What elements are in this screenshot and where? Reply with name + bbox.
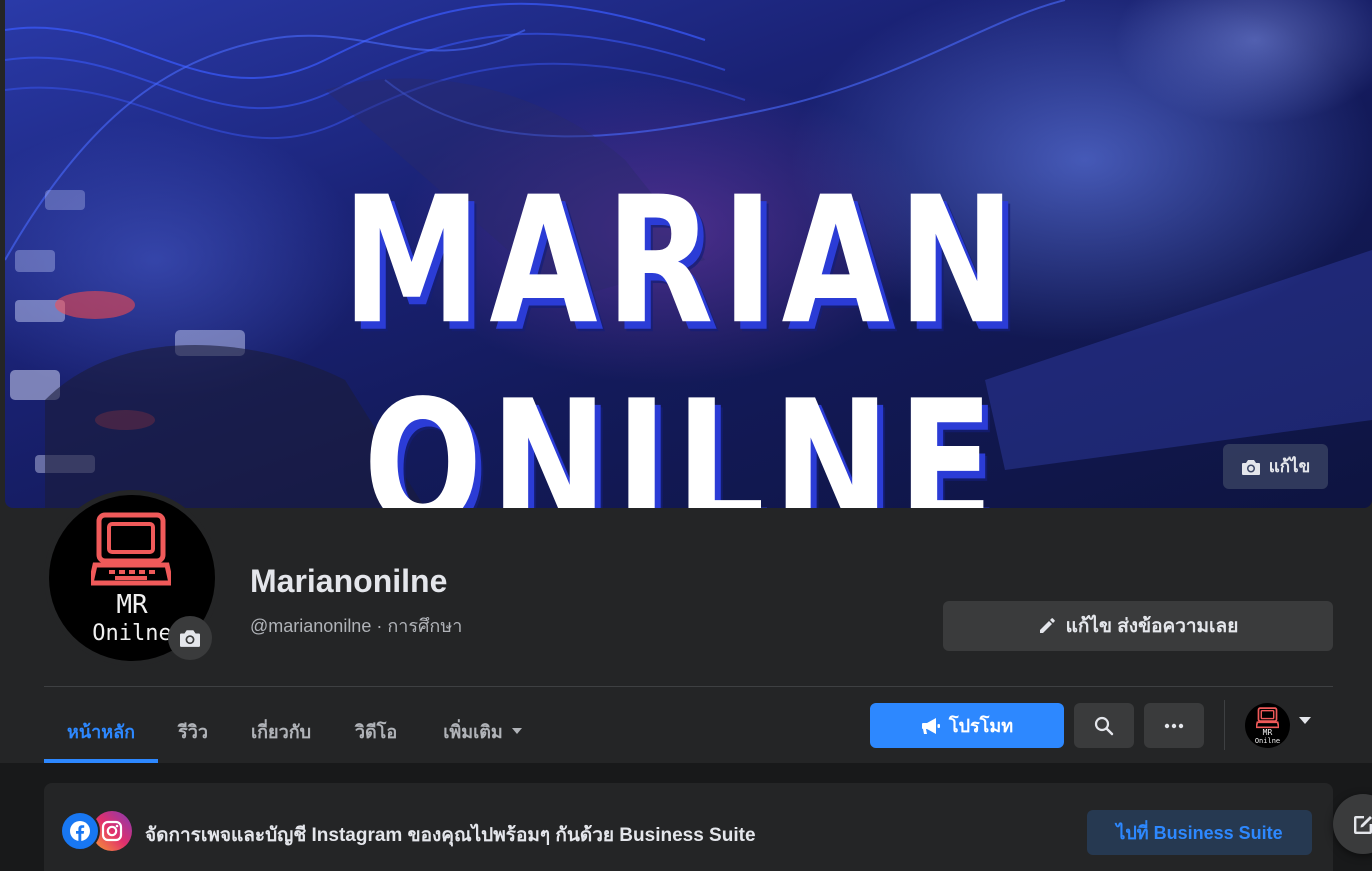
- megaphone-icon: [921, 717, 940, 734]
- edit-cover-button[interactable]: แก้ไข: [1223, 444, 1328, 489]
- promote-button[interactable]: โปรโมท: [870, 703, 1064, 748]
- compose-button[interactable]: [1333, 794, 1372, 854]
- camera-icon: [180, 630, 200, 647]
- page-title: Marianonilne: [250, 563, 448, 599]
- edit-send-message-button[interactable]: แก้ไข ส่งข้อความเลย: [943, 601, 1333, 651]
- search-icon: [1094, 716, 1114, 735]
- edit-cover-label: แก้ไข: [1268, 457, 1311, 476]
- more-options-button[interactable]: [1144, 703, 1204, 748]
- camera-icon: [1241, 459, 1260, 475]
- active-tab-indicator: [44, 759, 158, 763]
- tab-videos[interactable]: วิดีโอ: [338, 700, 414, 762]
- tab-home[interactable]: หน้าหลัก: [44, 700, 158, 762]
- edit-send-message-label: แก้ไข ส่งข้อความเลย: [1065, 616, 1239, 637]
- cover-photo: MARIAN ONILNE: [5, 0, 1372, 508]
- go-to-business-suite-button[interactable]: ไปที่ Business Suite: [1087, 810, 1312, 855]
- tab-home-label: หน้าหลัก: [66, 721, 136, 742]
- switch-profile-avatar[interactable]: MR Onilne: [1245, 703, 1290, 748]
- edit-avatar-button[interactable]: [168, 616, 212, 660]
- tab-reviews[interactable]: รีวิว: [162, 700, 224, 762]
- caret-down-icon: [511, 728, 522, 734]
- promote-label: โปรโมท: [948, 716, 1014, 736]
- cover-title: MARIAN ONILNE: [341, 160, 1024, 508]
- page-subtitle: @marianonilne · การศึกษา: [250, 616, 463, 636]
- tab-more-label: เพิ่มเติม: [443, 721, 503, 742]
- tab-reviews-label: รีวิว: [178, 721, 208, 742]
- facebook-icon: [60, 811, 100, 851]
- header-divider: [44, 686, 1333, 687]
- tab-about[interactable]: เกี่ยวกับ: [232, 700, 330, 762]
- laptop-logo-icon: [91, 512, 171, 586]
- compose-icon: [1354, 816, 1372, 834]
- more-icon: [1164, 723, 1184, 728]
- tab-videos-label: วิดีโอ: [354, 721, 398, 742]
- pencil-icon: [1039, 618, 1055, 633]
- toolbar-separator: [1224, 700, 1225, 750]
- tab-about-label: เกี่ยวกับ: [250, 721, 312, 742]
- mini-avatar-line1: MR: [1262, 728, 1273, 737]
- search-button[interactable]: [1074, 703, 1134, 748]
- business-suite-text: จัดการเพจและบัญชี Instagram ของคุณไปพร้อ…: [145, 825, 756, 846]
- caret-down-icon[interactable]: [1298, 716, 1312, 726]
- business-suite-button-label: ไปที่ Business Suite: [1116, 823, 1283, 843]
- laptop-logo-icon: [1256, 707, 1279, 729]
- tab-more[interactable]: เพิ่มเติม: [424, 700, 542, 762]
- mini-avatar-line2: Onilne: [1254, 737, 1281, 745]
